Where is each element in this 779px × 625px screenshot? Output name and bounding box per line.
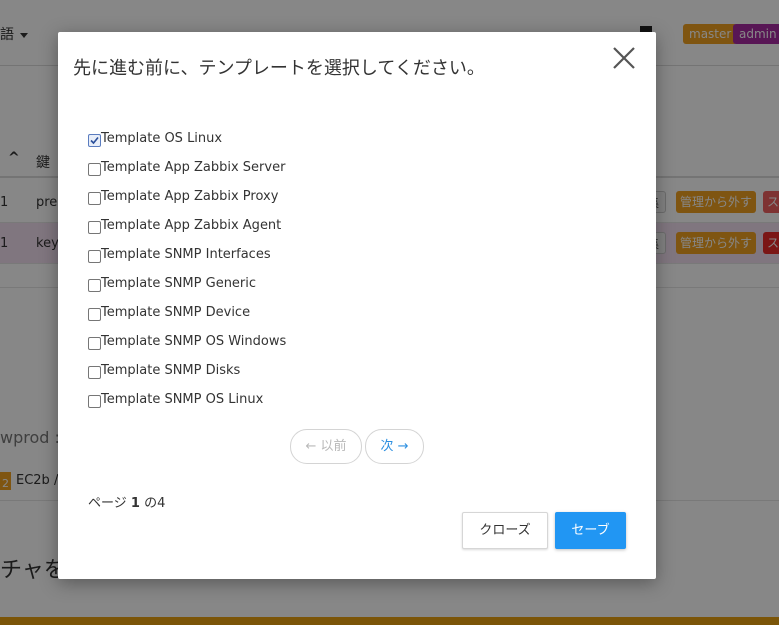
template-option[interactable]: Template App Zabbix Server	[88, 153, 286, 182]
checkbox[interactable]	[88, 279, 101, 292]
template-label: Template App Zabbix Server	[101, 160, 286, 175]
template-option[interactable]: Template SNMP OS Linux	[88, 385, 286, 414]
page-prefix: ページ	[88, 496, 127, 511]
page-indicator: ページ 1 の4	[88, 492, 165, 511]
close-footer-button[interactable]: クローズ	[462, 512, 548, 549]
checkbox[interactable]	[88, 308, 101, 321]
template-list: Template OS Linux Template App Zabbix Ser…	[88, 124, 286, 414]
template-select-modal: 先に進む前に、テンプレートを選択してください。 Template OS Linu…	[58, 32, 656, 579]
template-label: Template App Zabbix Agent	[101, 218, 282, 233]
page-suffix: の4	[144, 496, 166, 511]
template-label: Template SNMP Interfaces	[101, 247, 271, 262]
close-x-icon	[613, 47, 635, 69]
close-button[interactable]	[610, 44, 638, 72]
previous-page-button[interactable]: ← 以前	[290, 429, 362, 464]
template-option[interactable]: Template SNMP Disks	[88, 356, 286, 385]
checkbox[interactable]	[88, 337, 101, 350]
save-button[interactable]: セーブ	[555, 512, 626, 549]
template-option[interactable]: Template App Zabbix Agent	[88, 211, 286, 240]
template-label: Template SNMP OS Linux	[101, 392, 264, 407]
template-label: Template SNMP OS Windows	[101, 334, 287, 349]
template-label: Template OS Linux	[101, 131, 223, 146]
template-label: Template SNMP Generic	[101, 276, 257, 291]
template-option[interactable]: Template SNMP Generic	[88, 269, 286, 298]
checkbox[interactable]	[88, 163, 101, 176]
modal-title: 先に進む前に、テンプレートを選択してください。	[73, 58, 485, 79]
checkmark-icon	[90, 136, 99, 145]
checkbox[interactable]	[88, 221, 101, 234]
template-option[interactable]: Template OS Linux	[88, 124, 286, 153]
template-option[interactable]: Template SNMP Interfaces	[88, 240, 286, 269]
template-label: Template SNMP Disks	[101, 363, 241, 378]
page-current: 1	[130, 496, 140, 511]
next-page-button[interactable]: 次 →	[365, 429, 424, 464]
template-option[interactable]: Template App Zabbix Proxy	[88, 182, 286, 211]
checkbox[interactable]	[88, 250, 101, 263]
checkbox[interactable]	[88, 395, 101, 408]
template-label: Template SNMP Device	[101, 305, 251, 320]
checkbox[interactable]	[88, 192, 101, 205]
checkbox-checked[interactable]	[88, 134, 101, 147]
template-option[interactable]: Template SNMP OS Windows	[88, 327, 286, 356]
checkbox[interactable]	[88, 366, 101, 379]
template-option[interactable]: Template SNMP Device	[88, 298, 286, 327]
template-label: Template App Zabbix Proxy	[101, 189, 279, 204]
